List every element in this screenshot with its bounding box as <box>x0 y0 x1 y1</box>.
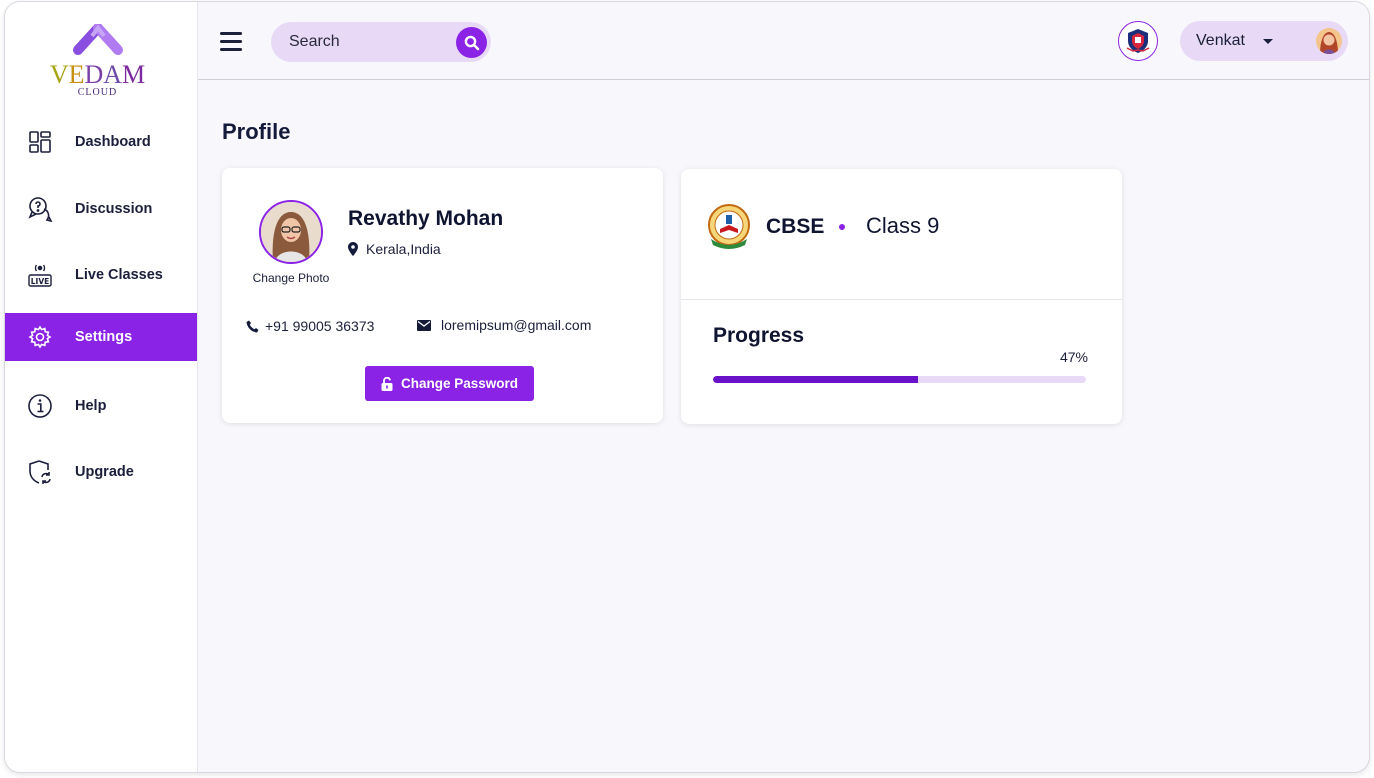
search-icon <box>464 35 479 50</box>
school-crest-icon <box>1126 29 1150 53</box>
envelope-icon <box>417 319 431 331</box>
class-progress-card: CBSE Class 9 Progress 47% <box>681 169 1122 424</box>
sidebar-item-live-classes[interactable]: LIVE Live Classes <box>5 251 197 299</box>
user-name: Venkat <box>1196 32 1245 49</box>
brand-letter: A <box>103 60 123 89</box>
cbse-emblem-icon <box>708 204 750 249</box>
profile-name: Revathy Mohan <box>348 207 504 230</box>
brand-letter: V <box>49 60 69 89</box>
brand-letter: E <box>68 60 85 89</box>
sidebar-item-label: Settings <box>75 329 133 345</box>
board-name: CBSE <box>766 215 825 238</box>
profile-email: loremipsum@gmail.com <box>417 317 591 333</box>
top-bar: Venkat <box>198 2 1369 80</box>
dashboard-icon <box>27 129 53 155</box>
location-text: Kerala,India <box>366 241 441 257</box>
profile-photo-image <box>261 202 321 262</box>
sidebar-item-label: Upgrade <box>75 464 134 480</box>
separator-dot <box>839 224 845 230</box>
logo-mark-icon <box>73 24 123 55</box>
svg-text:LIVE: LIVE <box>31 277 50 286</box>
school-logo[interactable] <box>1118 21 1158 61</box>
search-bar <box>271 22 491 62</box>
brand-letter: D <box>84 60 104 89</box>
menu-line <box>220 48 242 51</box>
unlock-icon <box>381 376 393 391</box>
gear-icon <box>27 324 53 350</box>
location-pin-icon <box>348 242 358 256</box>
phone-text: +91 99005 36373 <box>265 318 375 334</box>
discussion-icon <box>27 196 53 222</box>
search-input[interactable] <box>289 30 449 54</box>
card-divider <box>681 299 1122 300</box>
shield-refresh-icon <box>27 459 53 485</box>
app-window: VEDAM CLOUD Dashboard Discussion LIVE Li… <box>4 1 1370 773</box>
change-password-button[interactable]: Change Password <box>365 366 534 401</box>
user-menu[interactable]: Venkat <box>1180 21 1348 61</box>
sidebar-item-settings[interactable]: Settings <box>5 313 197 361</box>
hamburger-menu-button[interactable] <box>220 32 242 52</box>
menu-line <box>220 40 242 43</box>
email-text: loremipsum@gmail.com <box>441 317 592 333</box>
menu-line <box>220 32 242 35</box>
sidebar-item-label: Discussion <box>75 201 153 217</box>
user-avatar <box>1316 28 1342 54</box>
progress-percent: 47% <box>1059 349 1088 365</box>
profile-card: Change Photo Revathy Mohan Kerala,India … <box>222 168 663 423</box>
sidebar-item-label: Live Classes <box>75 267 163 283</box>
sidebar-item-dashboard[interactable]: Dashboard <box>5 118 197 166</box>
brand-letter: M <box>122 60 146 89</box>
progress-title: Progress <box>713 324 805 347</box>
live-icon: LIVE <box>27 262 53 288</box>
sidebar-item-help[interactable]: Help <box>5 382 197 430</box>
page-title: Profile <box>222 119 291 144</box>
class-name: Class 9 <box>866 213 940 238</box>
change-photo-link[interactable]: Change Photo <box>242 271 340 285</box>
sidebar-item-label: Dashboard <box>75 134 151 150</box>
info-icon <box>27 393 53 419</box>
progress-fill <box>713 376 919 383</box>
brand-name: VEDAM <box>45 60 150 90</box>
progress-track <box>713 376 1086 383</box>
sidebar-item-label: Help <box>75 398 107 414</box>
profile-phone: +91 99005 36373 <box>246 318 374 334</box>
search-button[interactable] <box>456 27 487 58</box>
profile-photo[interactable] <box>259 200 323 264</box>
profile-location: Kerala,India <box>348 241 441 257</box>
brand-letters: VEDAM <box>50 60 145 90</box>
sidebar-item-upgrade[interactable]: Upgrade <box>5 448 197 496</box>
change-password-label: Change Password <box>400 376 519 391</box>
cbse-logo <box>707 203 751 251</box>
vedam-logo[interactable]: VEDAM CLOUD <box>45 24 150 100</box>
sidebar-item-discussion[interactable]: Discussion <box>5 185 197 233</box>
phone-icon <box>246 320 259 332</box>
brand-sub: CLOUD <box>77 87 118 98</box>
caret-down-icon <box>1263 39 1273 44</box>
sidebar: VEDAM CLOUD Dashboard Discussion LIVE Li… <box>5 2 198 772</box>
